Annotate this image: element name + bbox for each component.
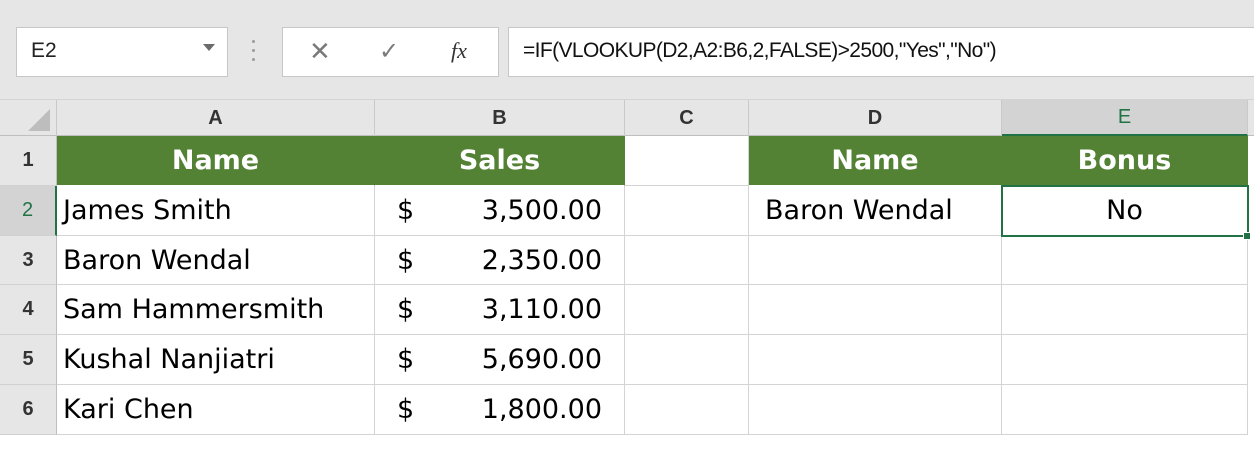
chevron-down-icon[interactable] [203, 44, 215, 51]
cell-a6[interactable]: Kari Chen [57, 385, 375, 435]
cell-c6[interactable] [625, 385, 749, 435]
cell-c1[interactable] [625, 136, 749, 186]
spreadsheet-grid: A B C D E 1 2 3 4 5 6 Name Sales Name Bo… [0, 100, 1254, 450]
currency-symbol: $ [397, 344, 415, 375]
sales-amount: 5,690.00 [481, 344, 602, 375]
cell-b2[interactable]: $ 3,500.00 [375, 186, 625, 236]
column-headers: A B C D E [0, 100, 1254, 136]
cell-b1[interactable]: Sales [375, 136, 625, 186]
row-header-2[interactable]: 2 [0, 186, 57, 236]
column-header-e[interactable]: E [1002, 100, 1248, 136]
cell-d2[interactable]: Baron Wendal [749, 186, 1002, 236]
column-header-d[interactable]: D [749, 100, 1002, 136]
formula-bar-area: E2 ✕ ✓ fx =IF(VLOOKUP(D2,A2:B6,2,FALSE)>… [0, 0, 1254, 100]
fill-handle[interactable] [1243, 232, 1251, 240]
row-header-1[interactable]: 1 [0, 136, 57, 186]
currency-symbol: $ [397, 394, 415, 425]
cell-e2[interactable]: No [1002, 186, 1248, 236]
name-box-value[interactable]: E2 [31, 39, 57, 63]
currency-symbol: $ [397, 195, 415, 226]
cell-e3[interactable] [1002, 236, 1248, 285]
formula-input[interactable]: =IF(VLOOKUP(D2,A2:B6,2,FALSE)>2500,"Yes"… [508, 27, 1254, 77]
currency-symbol: $ [397, 244, 415, 276]
cancel-icon[interactable]: ✕ [309, 36, 331, 67]
cell-b6[interactable]: $ 1,800.00 [375, 385, 625, 435]
sales-amount: 3,110.00 [481, 294, 602, 325]
cell-b4[interactable]: $ 3,110.00 [375, 285, 625, 335]
row-header-5[interactable]: 5 [0, 335, 57, 385]
cell-c2[interactable] [625, 186, 749, 236]
cell-c5[interactable] [625, 335, 749, 385]
cell-a1[interactable]: Name [57, 136, 375, 186]
select-all-button[interactable] [0, 100, 57, 136]
currency-symbol: $ [397, 294, 415, 325]
row-header-6[interactable]: 6 [0, 385, 57, 435]
column-header-c[interactable]: C [625, 100, 749, 136]
cell-d5[interactable] [749, 335, 1002, 385]
insert-function-icon[interactable]: fx [451, 38, 467, 64]
cell-b5[interactable]: $ 5,690.00 [375, 335, 625, 385]
cell-a2[interactable]: James Smith [57, 186, 375, 236]
formula-text[interactable]: =IF(VLOOKUP(D2,A2:B6,2,FALSE)>2500,"Yes"… [523, 39, 997, 63]
cell-a4[interactable]: Sam Hammersmith [57, 285, 375, 335]
cell-c4[interactable] [625, 285, 749, 335]
sales-amount: 2,350.00 [481, 244, 602, 276]
cell-e4[interactable] [1002, 285, 1248, 335]
name-box[interactable]: E2 [16, 27, 228, 77]
column-header-b[interactable]: B [375, 100, 625, 136]
column-header-a[interactable]: A [57, 100, 375, 136]
cell-b3[interactable]: $ 2,350.00 [375, 236, 625, 285]
cell-e1[interactable]: Bonus [1002, 136, 1248, 186]
cell-a3[interactable]: Baron Wendal [57, 236, 375, 285]
enter-icon[interactable]: ✓ [379, 37, 399, 66]
row-header-3[interactable]: 3 [0, 236, 57, 285]
cell-d1[interactable]: Name [749, 136, 1002, 186]
cell-a5[interactable]: Kushal Nanjiatri [57, 335, 375, 385]
row-header-4[interactable]: 4 [0, 285, 57, 335]
sales-amount: 3,500.00 [481, 195, 602, 226]
grip-icon[interactable] [252, 36, 256, 66]
cell-d3[interactable] [749, 236, 1002, 285]
cell-d4[interactable] [749, 285, 1002, 335]
select-all-icon [28, 109, 50, 131]
cell-e6[interactable] [1002, 385, 1248, 435]
cell-e5[interactable] [1002, 335, 1248, 385]
cell-c3[interactable] [625, 236, 749, 285]
sales-amount: 1,800.00 [481, 394, 602, 425]
cell-d6[interactable] [749, 385, 1002, 435]
formula-buttons: ✕ ✓ fx [282, 27, 499, 77]
